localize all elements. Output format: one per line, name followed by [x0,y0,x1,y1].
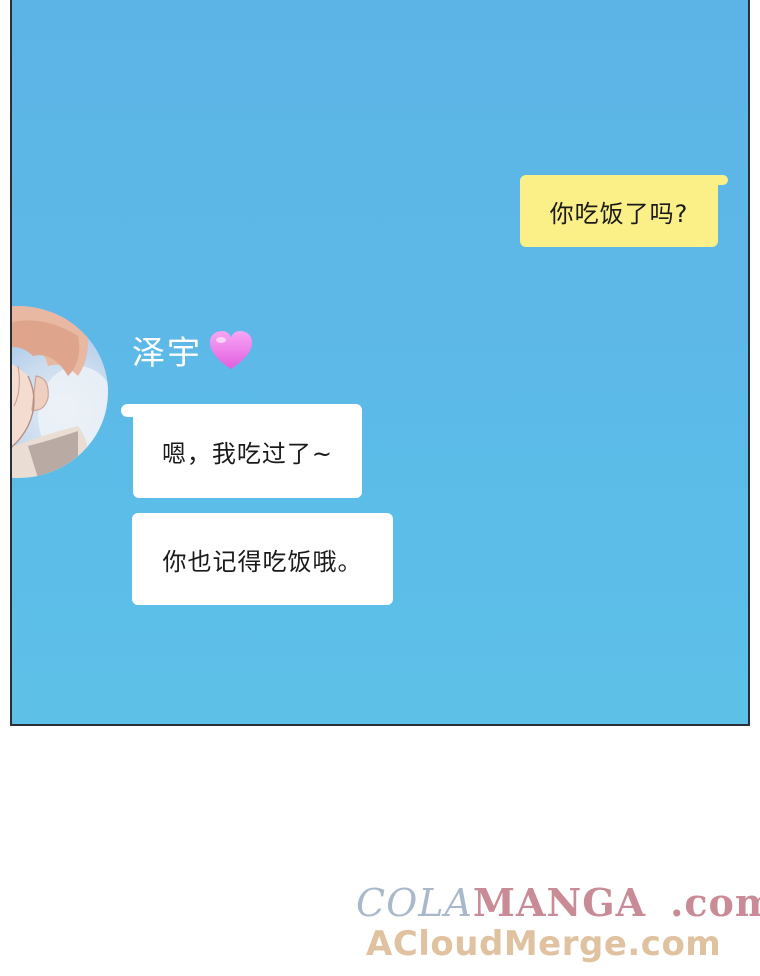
bubble-tail [712,175,728,185]
incoming-message-bubble: 嗯，我吃过了~ [121,404,362,498]
outgoing-message-bubble: 你吃饭了吗? [520,175,728,247]
watermark-domain: .com [670,880,760,925]
contact-name: 泽宇 [132,333,202,372]
incoming-message-text: 你也记得吃饭哦。 [162,547,363,576]
watermark-acloudmerge: ACloudMerge.com [366,924,722,964]
chat-panel: 你吃饭了吗? 泽宇 嗯，我吃过了~ 你也记得吃饭哦。 [10,0,750,726]
watermark-site: COLAMANGA .com [356,880,760,925]
incoming-message-bubble: 你也记得吃饭哦。 [132,513,393,605]
watermark-cola: COLA [356,881,473,925]
incoming-message-text: 嗯，我吃过了~ [161,439,334,468]
watermark-manga: MANGA [472,880,647,925]
contact-avatar [12,306,108,478]
contact-name-row: 泽宇 [132,326,254,374]
comic-page: 你吃饭了吗? 泽宇 嗯，我吃过了~ 你也记得吃饭哦。 COLAMANGA .co… [0,0,760,976]
watermark: COLAMANGA .com ACloudMerge.com [356,880,760,970]
avatar-portrait [12,306,108,478]
bubble-tail [121,404,139,417]
heart-icon [208,329,254,371]
outgoing-message-text: 你吃饭了吗? [549,199,689,228]
